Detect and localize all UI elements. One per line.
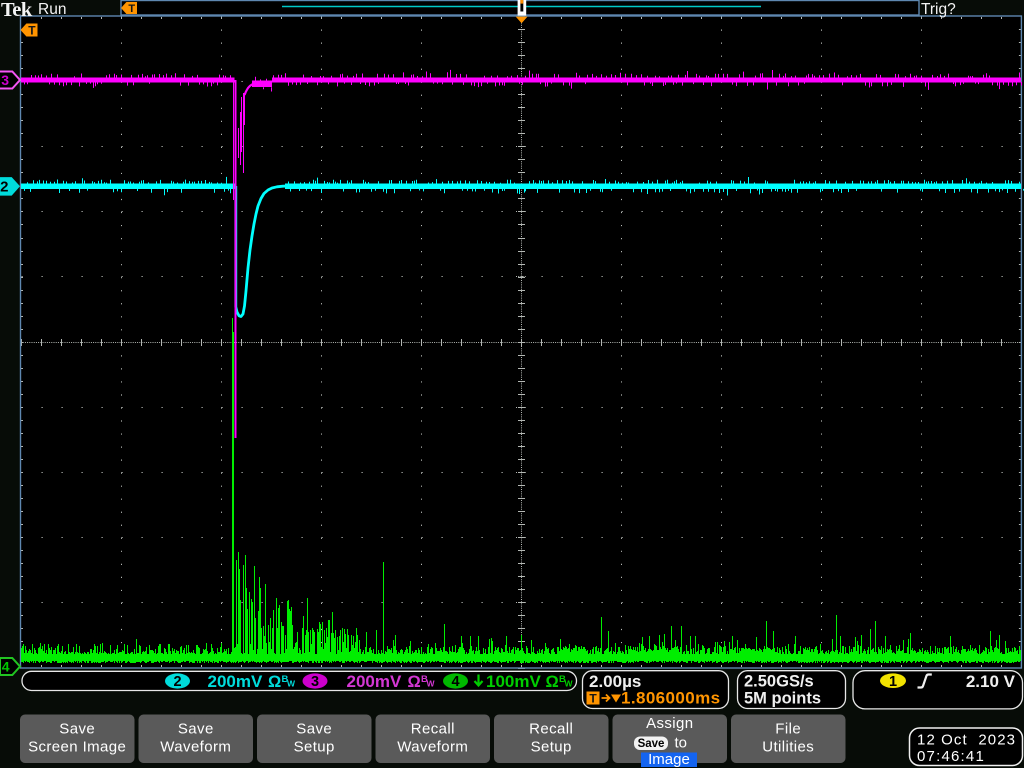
svg-text:Run: Run [38, 1, 66, 18]
svg-text:07:46:41: 07:46:41 [917, 748, 985, 765]
svg-text:5M points: 5M points [744, 690, 821, 708]
svg-text:File: File [775, 721, 801, 738]
svg-text:Utilities: Utilities [762, 739, 814, 756]
svg-text:2: 2 [0, 179, 8, 196]
svg-text:Ω: Ω [408, 673, 421, 691]
svg-text:W: W [287, 679, 296, 689]
svg-text:1.806000ms: 1.806000ms [621, 689, 720, 708]
svg-text:12 Oct 2023: 12 Oct 2023 [917, 732, 1016, 749]
svg-text:4: 4 [2, 659, 10, 675]
svg-text:2.10 V: 2.10 V [966, 672, 1016, 691]
svg-text:Setup: Setup [294, 739, 335, 756]
svg-text:Screen Image: Screen Image [28, 739, 126, 756]
svg-text:Save: Save [638, 738, 665, 750]
svg-text:W: W [565, 679, 574, 689]
svg-text:Trig?: Trig? [921, 1, 956, 18]
svg-text:200mV: 200mV [208, 672, 263, 691]
svg-text:Save: Save [296, 721, 332, 738]
svg-text:Save: Save [178, 721, 214, 738]
svg-text:T: T [128, 3, 135, 15]
svg-text:1: 1 [889, 674, 897, 690]
svg-text:Ω: Ω [546, 673, 559, 691]
svg-text:Ω: Ω [268, 673, 281, 691]
svg-text:Setup: Setup [531, 739, 572, 756]
svg-text:W: W [427, 679, 436, 689]
svg-text:Save: Save [59, 721, 95, 738]
svg-text:100mV: 100mV [486, 672, 541, 691]
svg-text:T: T [589, 691, 597, 705]
svg-text:T: T [28, 23, 36, 37]
svg-text:Recall: Recall [411, 721, 455, 738]
svg-text:Assign: Assign [646, 715, 693, 732]
svg-text:Image: Image [648, 751, 690, 768]
svg-text:2: 2 [173, 674, 181, 690]
svg-text:Tek: Tek [1, 0, 33, 21]
svg-text:Recall: Recall [529, 721, 573, 738]
svg-text:to: to [675, 735, 688, 752]
svg-text:Waveform: Waveform [397, 739, 468, 756]
svg-text:200mV: 200mV [347, 672, 402, 691]
svg-text:Waveform: Waveform [160, 739, 231, 756]
svg-text:2.50GS/s: 2.50GS/s [744, 673, 814, 691]
svg-text:3: 3 [311, 674, 319, 690]
svg-text:3: 3 [1, 72, 9, 88]
svg-text:4: 4 [451, 674, 459, 690]
